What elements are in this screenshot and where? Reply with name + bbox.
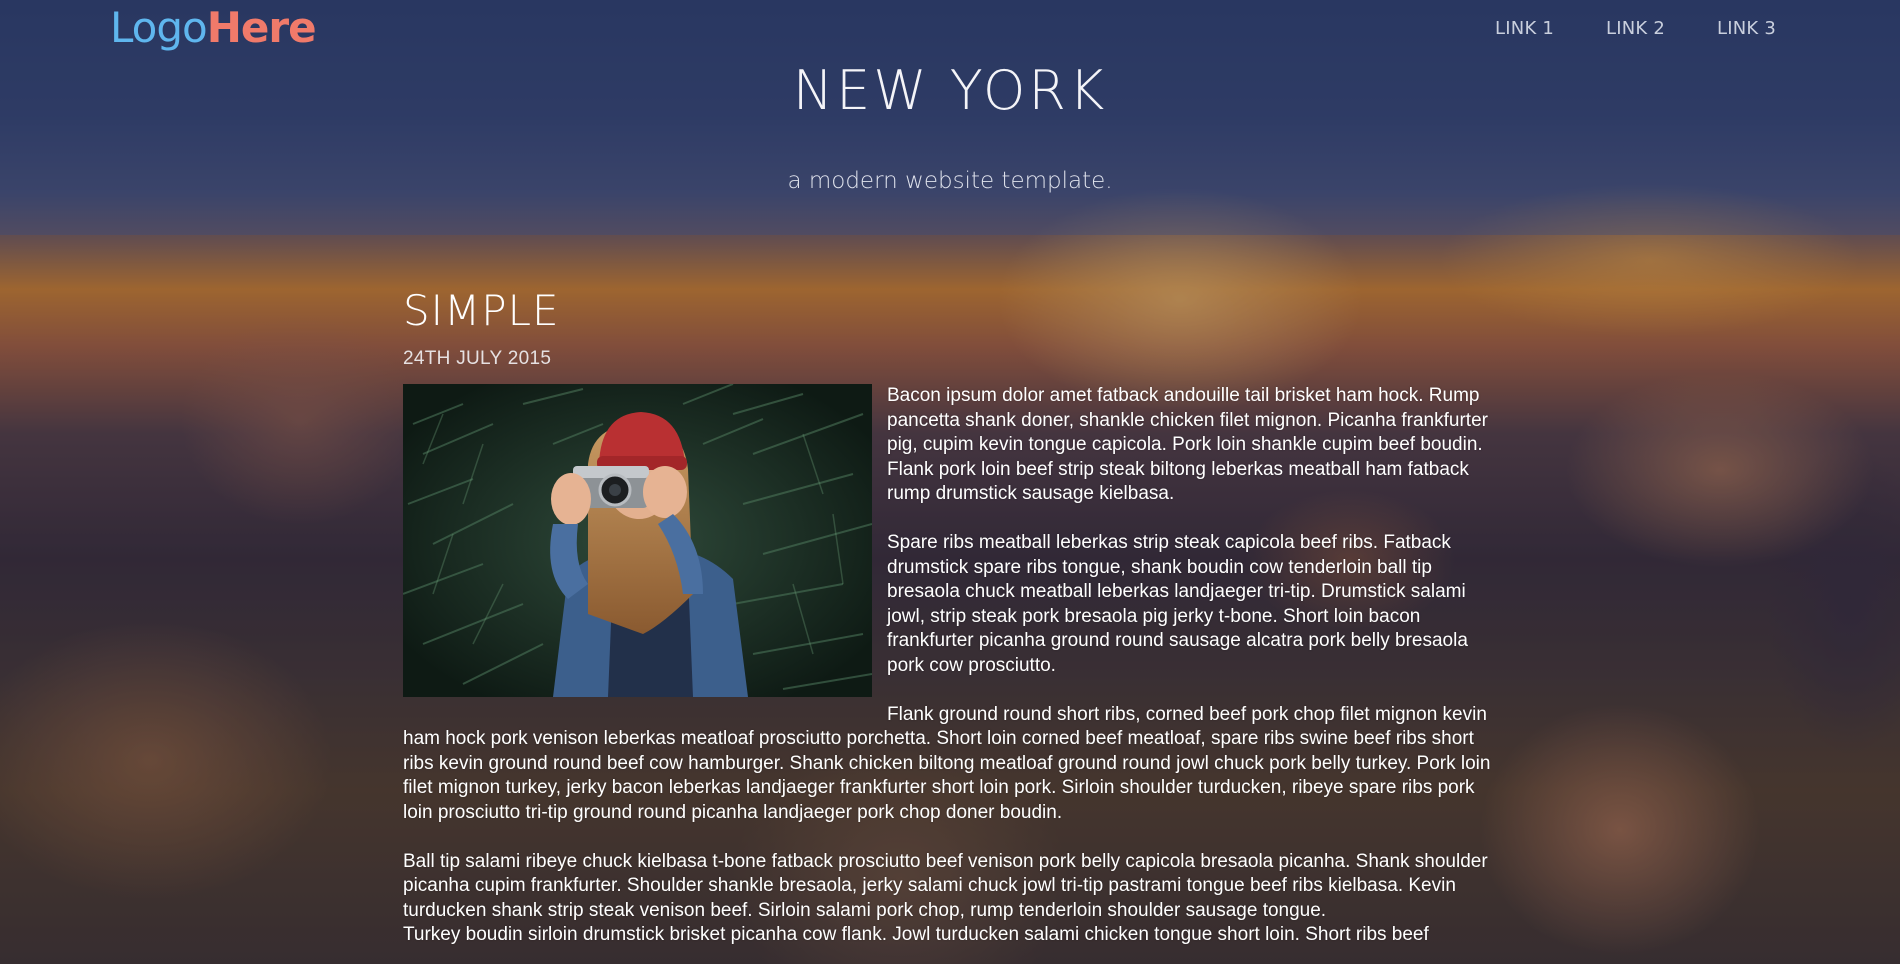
main-nav: LINK 1 LINK 2 LINK 3 (1495, 18, 1776, 39)
site-subtitle: a modern website template. (787, 168, 1113, 194)
nav-link-1[interactable]: LINK 1 (1495, 18, 1554, 39)
post-paragraph-5: Turkey boudin sirloin drumstick brisket … (403, 924, 1429, 945)
site-logo[interactable]: LogoHere (110, 2, 317, 54)
photo-illustration (403, 384, 872, 697)
site-header: LogoHere LINK 1 LINK 2 LINK 3 NEW YORK a… (0, 0, 1900, 235)
logo-text-part2: Here (206, 3, 317, 52)
logo-text-part1: Logo (110, 3, 208, 52)
nav-link-3[interactable]: LINK 3 (1717, 18, 1776, 39)
post-photo-woman-with-camera (403, 384, 872, 697)
blog-post: SIMPLE 24TH JULY 2015 Bacon ipsum dolor … (403, 235, 1493, 964)
nav-link-2[interactable]: LINK 2 (1606, 18, 1665, 39)
post-paragraph-3: Flank ground round short ribs, corned be… (403, 703, 1491, 823)
post-body: Bacon ipsum dolor amet fatback andouille… (403, 384, 1493, 948)
post-paragraph-4: Ball tip salami ribeye chuck kielbasa t-… (403, 850, 1488, 921)
post-title: SIMPLE (403, 286, 560, 335)
site-title: NEW YORK (0, 56, 1900, 126)
post-date: 24TH JULY 2015 (403, 348, 552, 369)
site-title-text: NEW YORK (792, 59, 1108, 122)
